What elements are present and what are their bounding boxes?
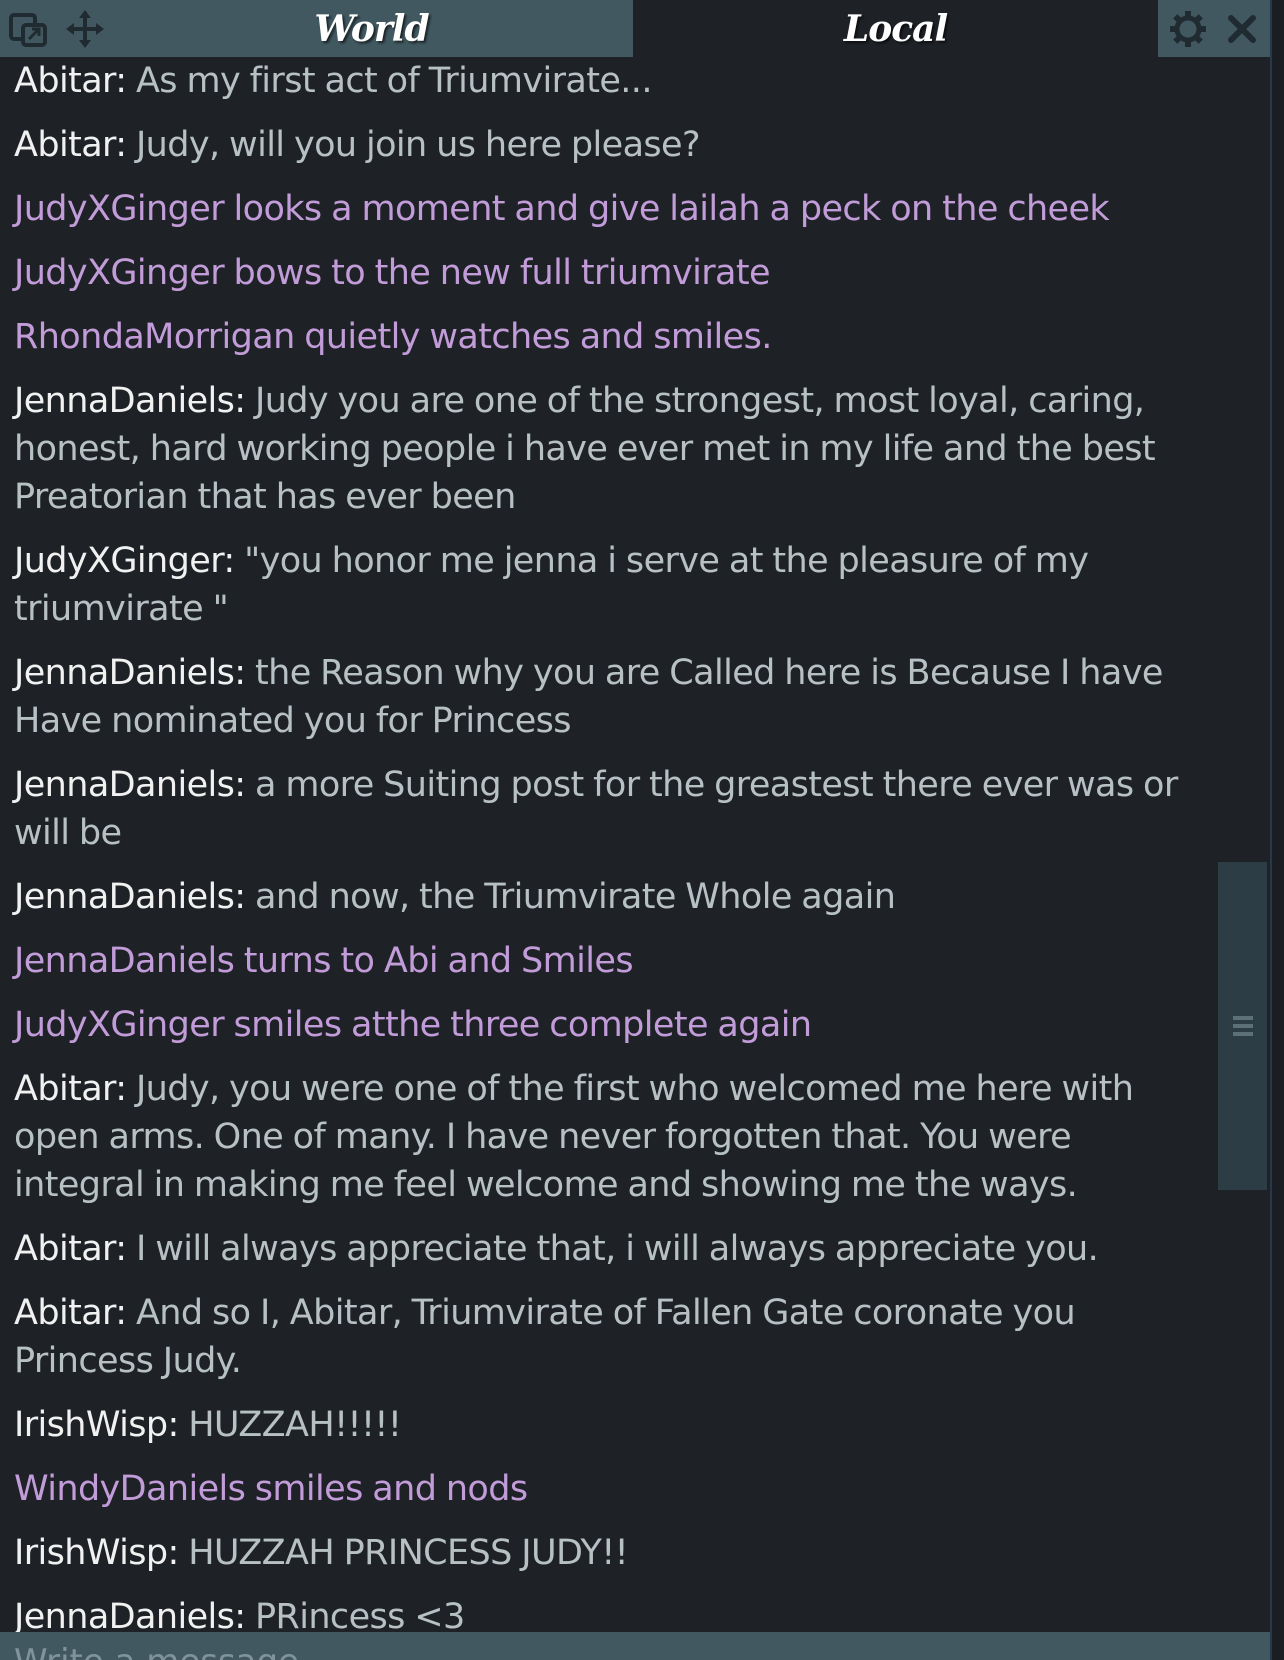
message-text: and now, the Triumvirate Whole again — [255, 877, 896, 917]
local-chat-window: World Local Abitar: As my first act of T… — [0, 0, 1272, 1660]
message-text: Judy, will you join us here please? — [135, 125, 701, 165]
message-author: IrishWisp — [14, 1533, 168, 1573]
popout-window-icon[interactable] — [8, 8, 50, 50]
message-text: I will always appreciate that, i will al… — [135, 1229, 1099, 1269]
message-text: HUZZAH PRINCESS JUDY!! — [188, 1533, 629, 1573]
close-icon[interactable] — [1225, 12, 1259, 46]
window-left-controls — [0, 0, 110, 57]
message-input[interactable] — [14, 1642, 1214, 1660]
message-text: RhondaMorrigan quietly watches and smile… — [14, 317, 772, 357]
message-author: JennaDaniels — [14, 381, 235, 421]
message-text: HUZZAH!!!!! — [188, 1405, 402, 1445]
chat-message: Abitar: I will always appreciate that, i… — [14, 1229, 1099, 1269]
chat-message: Abitar: Judy, you were one of the first … — [14, 1069, 1134, 1205]
message-text: JudyXGinger bows to the new full triumvi… — [14, 253, 771, 293]
chat-message: IrishWisp: HUZZAH PRINCESS JUDY!! — [14, 1533, 629, 1573]
message-author: Abitar — [14, 1293, 116, 1333]
chat-message: IrishWisp: HUZZAH!!!!! — [14, 1405, 402, 1445]
message-text: Judy, you were one of the first who welc… — [14, 1069, 1134, 1205]
emote-message: JudyXGinger smiles atthe three complete … — [14, 1001, 1209, 1049]
tab-world-label: World — [314, 7, 429, 50]
chat-message: JennaDaniels: and now, the Triumvirate W… — [14, 877, 896, 917]
message-list[interactable]: Abitar: As my first act of Triumvirate..… — [0, 57, 1212, 1632]
emote-message: WindyDaniels smiles and nods — [14, 1465, 1209, 1513]
message-text: JudyXGinger looks a moment and give lail… — [14, 189, 1110, 229]
message-text: JudyXGinger smiles atthe three complete … — [14, 1005, 812, 1045]
message-input-bar — [0, 1632, 1270, 1660]
chat-message: JennaDaniels: a more Suiting post for th… — [14, 765, 1178, 853]
message-text: And so I, Abitar, Triumvirate of Fallen … — [14, 1293, 1076, 1381]
emote-message: JudyXGinger bows to the new full triumvi… — [14, 249, 1209, 297]
emote-message: RhondaMorrigan quietly watches and smile… — [14, 313, 1209, 361]
message-author: Abitar — [14, 1069, 116, 1109]
tab-local-label: Local — [843, 7, 948, 50]
window-right-controls — [1158, 0, 1270, 57]
chat-message: JennaDaniels: the Reason why you are Cal… — [14, 653, 1163, 741]
chat-message: Abitar: Judy, will you join us here plea… — [14, 125, 701, 165]
message-text: JennaDaniels turns to Abi and Smiles — [14, 941, 634, 981]
scrollbar-thumb[interactable] — [1218, 862, 1267, 1190]
chat-message: Abitar: And so I, Abitar, Triumvirate of… — [14, 1293, 1076, 1381]
message-text: As my first act of Triumvirate... — [135, 61, 652, 101]
message-author: JudyXGinger — [14, 541, 224, 581]
message-author: JennaDaniels — [14, 765, 235, 805]
chat-message: JennaDaniels: Judy you are one of the st… — [14, 381, 1156, 517]
gear-icon[interactable] — [1169, 10, 1207, 48]
tab-local[interactable]: Local — [633, 0, 1158, 57]
message-author: JennaDaniels — [14, 653, 235, 693]
message-author: Abitar — [14, 61, 116, 101]
message-author: JennaDaniels — [14, 1597, 235, 1632]
tab-world[interactable]: World — [110, 0, 633, 57]
chat-message: JennaDaniels: PRincess <3 — [14, 1593, 1209, 1632]
scrollbar-grip-icon — [1232, 1013, 1254, 1039]
message-text: PRincess <3 — [255, 1597, 465, 1632]
message-author: IrishWisp — [14, 1405, 168, 1445]
chat-message: Abitar: As my first act of Triumvirate..… — [14, 61, 652, 101]
window-edge — [1272, 0, 1284, 1660]
move-arrows-icon[interactable] — [64, 8, 106, 50]
message-author: Abitar — [14, 1229, 116, 1269]
chat-tab-bar: World Local — [0, 0, 1270, 57]
chat-message: JudyXGinger: "you honor me jenna i serve… — [14, 541, 1089, 629]
emote-message: JudyXGinger looks a moment and give lail… — [14, 185, 1209, 233]
message-author: JennaDaniels — [14, 877, 235, 917]
message-text: WindyDaniels smiles and nods — [14, 1469, 528, 1509]
emote-message: JennaDaniels turns to Abi and Smiles — [14, 937, 1209, 985]
message-author: Abitar — [14, 125, 116, 165]
